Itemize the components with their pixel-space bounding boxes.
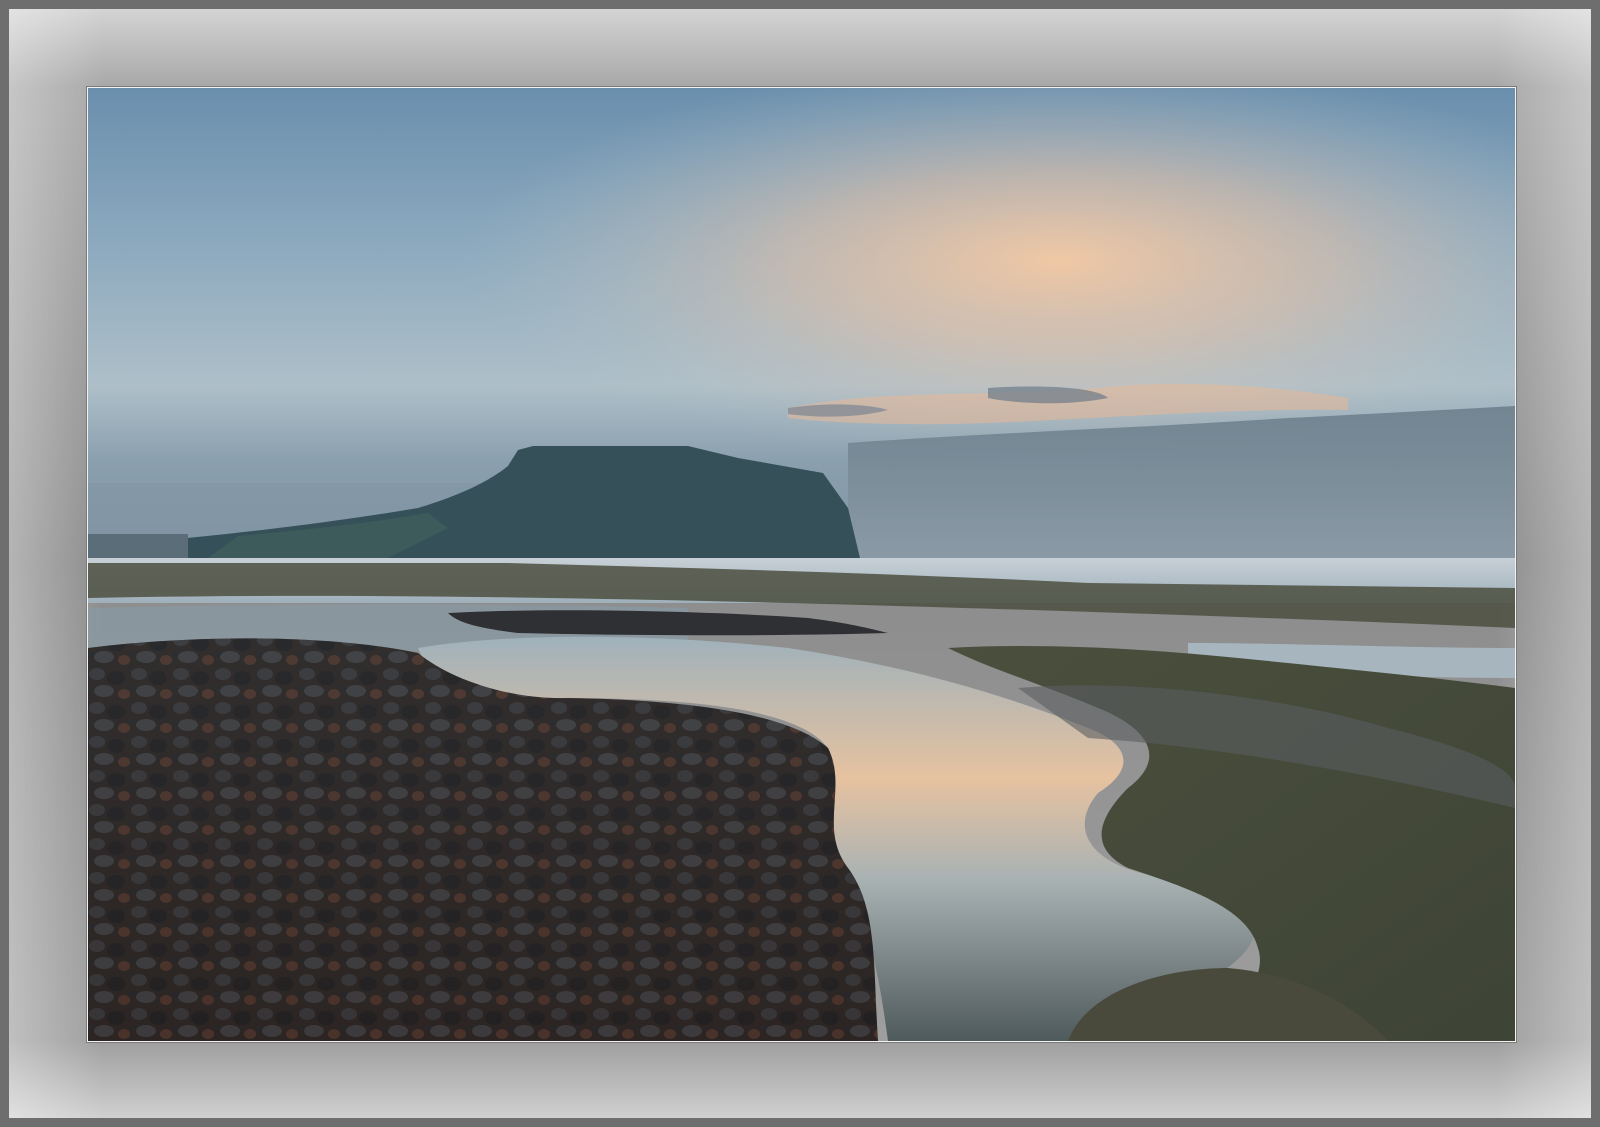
rock-strip [448,610,888,636]
landscape-photo [88,88,1515,1041]
picture-frame [0,0,1600,1127]
town [88,534,188,558]
photo [87,87,1516,1042]
